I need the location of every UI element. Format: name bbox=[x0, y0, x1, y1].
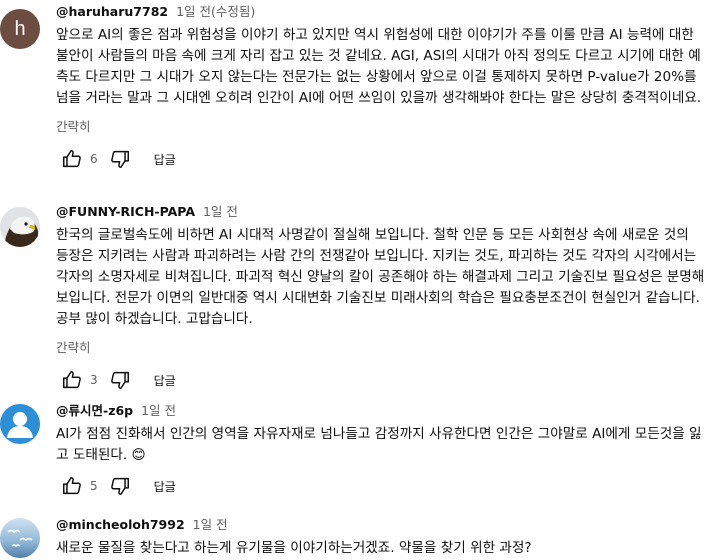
like-button[interactable] bbox=[56, 364, 88, 396]
author-name[interactable]: @류시면-z6p bbox=[56, 403, 133, 418]
timestamp[interactable]: 1일 전 bbox=[203, 204, 238, 219]
author-name[interactable]: @haruharu7782 bbox=[56, 4, 168, 19]
like-count: 5 bbox=[90, 479, 98, 493]
dislike-button[interactable] bbox=[104, 470, 136, 502]
default-user-icon bbox=[7, 412, 33, 438]
timestamp[interactable]: 1일 전(수정됨) bbox=[176, 4, 255, 19]
timestamp[interactable]: 1일 전 bbox=[193, 517, 228, 532]
dislike-button[interactable] bbox=[104, 143, 136, 175]
timestamp[interactable]: 1일 전 bbox=[141, 403, 176, 418]
comment-meta: @mincheoloh7992 1일 전 bbox=[56, 516, 705, 534]
author-name[interactable]: @mincheoloh7992 bbox=[56, 517, 185, 532]
comment-meta: @류시면-z6p 1일 전 bbox=[56, 402, 705, 420]
eagle-avatar-icon bbox=[0, 207, 40, 247]
avatar[interactable] bbox=[0, 404, 40, 444]
comment-actions: 3 답글 bbox=[56, 364, 705, 396]
avatar[interactable] bbox=[0, 207, 40, 247]
avatar-letter: h bbox=[14, 18, 26, 40]
author-name[interactable]: @FUNNY-RICH-PAPA bbox=[56, 204, 195, 219]
reply-button[interactable]: 답글 bbox=[154, 372, 176, 389]
comment-text: 한국의 글로벌속도에 비하면 AI 시대적 사명같이 절실해 보입니다. 철학 … bbox=[56, 227, 705, 327]
like-count: 3 bbox=[90, 373, 98, 387]
thumbs-up-icon bbox=[63, 477, 81, 495]
show-less-button[interactable]: 간략히 bbox=[56, 116, 91, 135]
birds-avatar-icon bbox=[7, 529, 33, 547]
show-less-button[interactable]: 간략히 bbox=[56, 337, 91, 356]
comment-actions: 5 답글 bbox=[56, 470, 705, 502]
reply-button[interactable]: 답글 bbox=[154, 151, 176, 168]
comment-meta: @haruharu7782 1일 전(수정됨) bbox=[56, 3, 705, 21]
comment-actions: 6 답글 bbox=[56, 143, 705, 175]
reply-button[interactable]: 답글 bbox=[154, 478, 176, 495]
avatar[interactable] bbox=[0, 518, 40, 558]
thumbs-up-icon bbox=[63, 371, 81, 389]
comment-text: 새로운 물질을 찾는다고 하는게 유기물을 이야기하는거겠죠. 약물을 찾기 위… bbox=[56, 540, 532, 556]
like-button[interactable] bbox=[56, 143, 88, 175]
thumbs-down-icon bbox=[110, 371, 129, 389]
dislike-button[interactable] bbox=[104, 364, 136, 396]
avatar[interactable]: h bbox=[0, 9, 40, 49]
like-button[interactable] bbox=[56, 470, 88, 502]
comment-meta: @FUNNY-RICH-PAPA 1일 전 bbox=[56, 203, 705, 221]
comment-text: 앞으로 AI의 좋은 점과 위험성을 이야기 하고 있지만 역시 위험성에 대한… bbox=[56, 27, 702, 106]
like-count: 6 bbox=[90, 152, 98, 166]
thumbs-down-icon bbox=[110, 477, 129, 495]
thumbs-down-icon bbox=[110, 150, 129, 168]
thumbs-up-icon bbox=[63, 150, 81, 168]
comment-text: AI가 점점 진화해서 인간의 영역을 자유자재로 넘나들고 감정까지 사유한다… bbox=[56, 426, 702, 463]
